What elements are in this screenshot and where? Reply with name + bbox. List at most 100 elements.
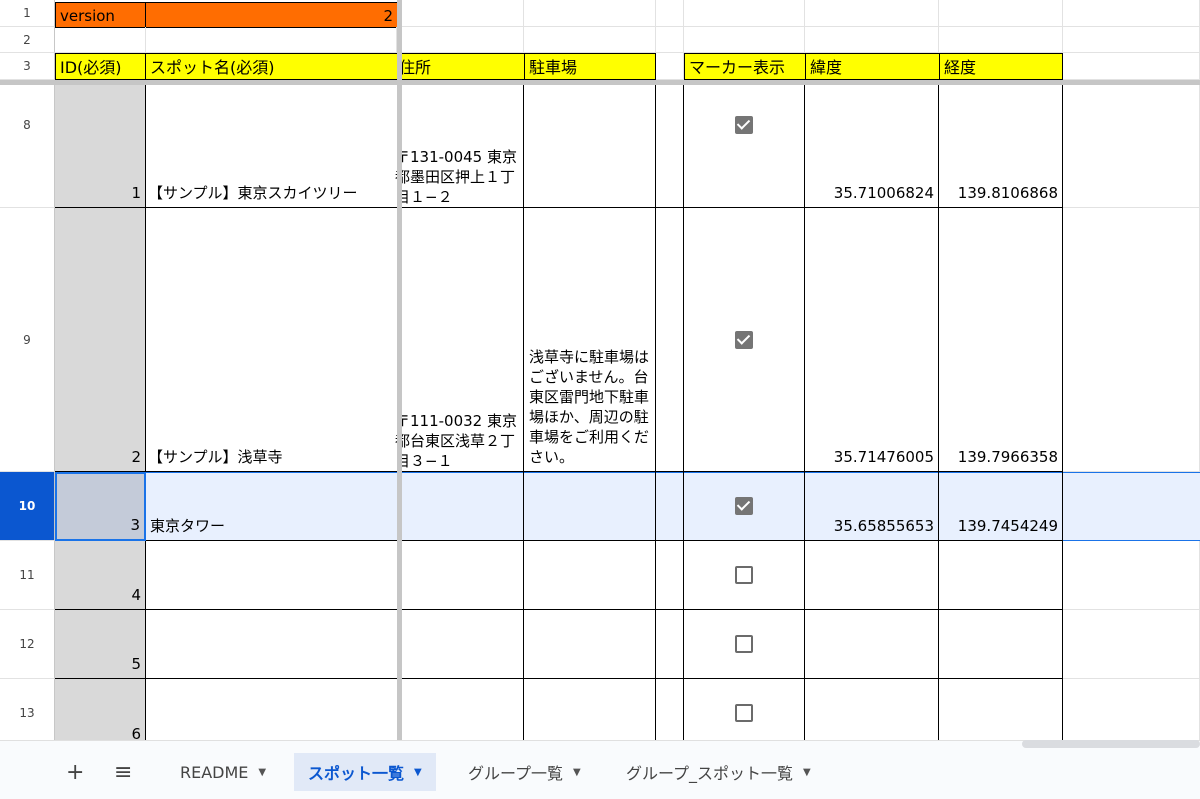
empty-cell[interactable] bbox=[1063, 0, 1200, 27]
all-sheets-menu-icon[interactable]: ≡ bbox=[114, 753, 132, 791]
frozen-column-divider[interactable] bbox=[397, 0, 402, 740]
empty-cell[interactable] bbox=[1063, 27, 1200, 53]
marker-cell[interactable] bbox=[684, 472, 805, 541]
address-cell[interactable] bbox=[402, 541, 524, 610]
empty-cell[interactable] bbox=[1063, 53, 1200, 80]
chevron-down-icon[interactable]: ▼ bbox=[803, 767, 811, 778]
address-cell[interactable]: 〒131-0045 東京都墨田区押上１丁目１−２ bbox=[392, 85, 524, 208]
tab-group-spot-list[interactable]: グループ_スポット一覧 ▼ bbox=[626, 753, 811, 791]
chevron-down-icon[interactable]: ▼ bbox=[573, 767, 581, 778]
address-cell[interactable]: 〒111-0032 東京都台東区浅草２丁目３−１ bbox=[392, 208, 524, 472]
marker-checkbox-unchecked[interactable] bbox=[735, 635, 753, 653]
longitude-cell[interactable] bbox=[939, 610, 1063, 679]
row-header-13[interactable]: 13 bbox=[0, 679, 55, 740]
id-cell[interactable]: 5 bbox=[55, 610, 146, 679]
empty-cell[interactable] bbox=[656, 208, 684, 472]
row-header-10[interactable]: 10 bbox=[0, 472, 55, 541]
header-address[interactable]: 住所 bbox=[398, 53, 525, 80]
id-cell[interactable]: 2 bbox=[55, 208, 146, 472]
parking-cell[interactable] bbox=[524, 541, 656, 610]
row-header-1[interactable]: 1 bbox=[0, 0, 55, 27]
version-value-cell[interactable]: 2 bbox=[145, 2, 398, 28]
marker-checkbox-checked[interactable] bbox=[735, 116, 753, 134]
marker-cell[interactable] bbox=[684, 679, 805, 740]
empty-cell[interactable] bbox=[684, 27, 805, 53]
row-header-8[interactable]: 8 bbox=[0, 85, 55, 208]
empty-cell[interactable] bbox=[1063, 679, 1200, 740]
empty-cell[interactable] bbox=[805, 0, 939, 27]
empty-cell[interactable] bbox=[684, 0, 805, 27]
header-latitude[interactable]: 緯度 bbox=[805, 53, 940, 80]
longitude-cell[interactable]: 139.7454249 bbox=[939, 472, 1063, 541]
empty-cell[interactable] bbox=[55, 27, 146, 53]
empty-cell[interactable] bbox=[1063, 541, 1200, 610]
spot-name-cell[interactable]: 【サンプル】東京スカイツリー bbox=[146, 85, 398, 208]
empty-cell[interactable] bbox=[402, 27, 524, 53]
row-header-2[interactable]: 2 bbox=[0, 27, 55, 53]
longitude-cell[interactable]: 139.8106868 bbox=[939, 85, 1063, 208]
empty-cell[interactable] bbox=[656, 610, 684, 679]
horizontal-scrollbar[interactable] bbox=[1022, 740, 1200, 748]
header-marker[interactable]: マーカー表示 bbox=[684, 53, 806, 80]
header-parking[interactable]: 駐車場 bbox=[524, 53, 656, 80]
empty-cell[interactable] bbox=[656, 679, 684, 740]
empty-cell[interactable] bbox=[1063, 85, 1200, 208]
empty-cell[interactable] bbox=[1063, 610, 1200, 679]
tab-readme[interactable]: README ▼ bbox=[180, 753, 266, 791]
row-header-11[interactable]: 11 bbox=[0, 541, 55, 610]
spot-name-cell[interactable] bbox=[146, 679, 398, 740]
address-cell[interactable] bbox=[402, 679, 524, 740]
spot-name-cell[interactable]: 東京タワー bbox=[146, 472, 398, 541]
parking-cell[interactable] bbox=[524, 679, 656, 740]
longitude-cell[interactable]: 139.7966358 bbox=[939, 208, 1063, 472]
spot-name-cell[interactable] bbox=[146, 610, 398, 679]
empty-cell[interactable] bbox=[656, 541, 684, 610]
empty-cell[interactable] bbox=[146, 27, 397, 53]
longitude-cell[interactable] bbox=[939, 679, 1063, 740]
longitude-cell[interactable] bbox=[939, 541, 1063, 610]
latitude-cell[interactable]: 35.71006824 bbox=[805, 85, 939, 208]
empty-cell[interactable] bbox=[656, 53, 684, 80]
parking-cell[interactable] bbox=[524, 472, 656, 541]
header-id[interactable]: ID(必須) bbox=[55, 53, 146, 80]
header-longitude[interactable]: 経度 bbox=[939, 53, 1063, 80]
address-cell[interactable] bbox=[402, 610, 524, 679]
id-cell-active[interactable]: 3 bbox=[55, 472, 146, 541]
latitude-cell[interactable]: 35.65855653 bbox=[805, 472, 939, 541]
tab-group-list[interactable]: グループ一覧 ▼ bbox=[468, 753, 581, 791]
marker-cell[interactable] bbox=[684, 610, 805, 679]
latitude-cell[interactable] bbox=[805, 610, 939, 679]
parking-cell[interactable] bbox=[524, 85, 656, 208]
empty-cell[interactable] bbox=[939, 0, 1063, 27]
add-sheet-button[interactable]: + bbox=[66, 753, 84, 791]
latitude-cell[interactable] bbox=[805, 679, 939, 740]
empty-cell[interactable] bbox=[939, 27, 1063, 53]
latitude-cell[interactable]: 35.71476005 bbox=[805, 208, 939, 472]
empty-cell[interactable] bbox=[1063, 208, 1200, 472]
empty-cell[interactable] bbox=[524, 27, 656, 53]
id-cell[interactable]: 1 bbox=[55, 85, 146, 208]
marker-cell[interactable] bbox=[684, 85, 805, 208]
parking-cell[interactable]: 浅草寺に駐車場はございません。台東区雷門地下駐車場ほか、周辺の駐車場をご利用くだ… bbox=[524, 208, 656, 472]
marker-cell[interactable] bbox=[684, 541, 805, 610]
header-spot-name[interactable]: スポット名(必須) bbox=[145, 53, 398, 80]
version-label-cell[interactable]: version bbox=[55, 2, 146, 28]
tab-spot-list[interactable]: スポット一覧 ▼ bbox=[294, 753, 436, 791]
empty-cell[interactable] bbox=[656, 0, 684, 27]
empty-cell[interactable] bbox=[656, 85, 684, 208]
parking-cell[interactable] bbox=[524, 610, 656, 679]
empty-cell[interactable] bbox=[402, 0, 524, 27]
marker-checkbox-checked[interactable] bbox=[735, 331, 753, 349]
chevron-down-icon[interactable]: ▼ bbox=[414, 767, 422, 778]
marker-checkbox-unchecked[interactable] bbox=[735, 566, 753, 584]
marker-checkbox-checked[interactable] bbox=[735, 497, 753, 515]
frozen-row-divider[interactable] bbox=[0, 80, 1200, 85]
spot-name-cell[interactable] bbox=[146, 541, 398, 610]
empty-cell[interactable] bbox=[524, 0, 656, 27]
row-header-12[interactable]: 12 bbox=[0, 610, 55, 679]
marker-cell[interactable] bbox=[684, 208, 805, 472]
row-header-3[interactable]: 3 bbox=[0, 53, 55, 80]
id-cell[interactable]: 6 bbox=[55, 679, 146, 740]
address-cell[interactable] bbox=[402, 472, 524, 541]
chevron-down-icon[interactable]: ▼ bbox=[258, 767, 266, 778]
